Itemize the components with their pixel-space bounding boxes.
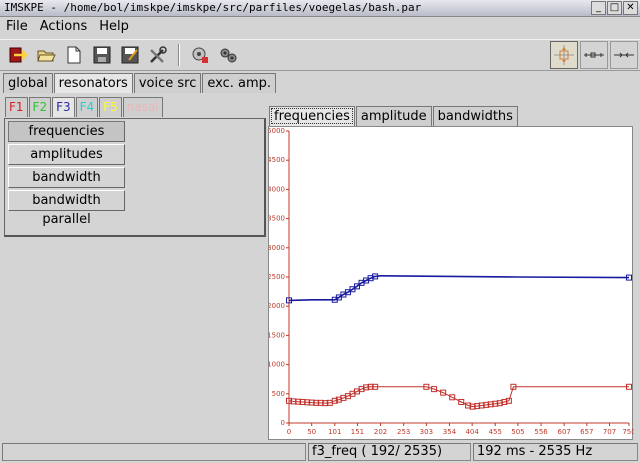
menu-bar: File Actions Help [0, 17, 640, 39]
title-bar: IMSKPE - /home/bol/imskpe/imskpe/src/par… [0, 0, 640, 17]
crosshair-select-icon[interactable] [550, 41, 578, 69]
x-tick-label: 707 [603, 428, 616, 436]
x-tick-label: 657 [580, 428, 593, 436]
tab-exc-amp[interactable]: exc. amp. [202, 73, 277, 93]
frequency-chart[interactable]: 0500100015002000250030003500400045005000… [267, 127, 636, 441]
parameter-panel: frequencies amplitudes bandwidth bandwid… [4, 118, 266, 237]
x-tick-label: 455 [489, 428, 502, 436]
bandwidth-button[interactable]: bandwidth [8, 167, 125, 188]
menu-help[interactable]: Help [93, 17, 135, 39]
amplitudes-button[interactable]: amplitudes [8, 144, 125, 165]
main-tabs: global resonators voice src exc. amp. [3, 73, 277, 93]
x-tick-label: 101 [328, 428, 341, 436]
tab-voice-src[interactable]: voice src [133, 73, 202, 93]
x-tick-label: 253 [397, 428, 410, 436]
x-tick-label: 607 [557, 428, 570, 436]
y-tick-label: 3000 [269, 244, 285, 252]
y-tick-label: 2500 [269, 273, 285, 281]
play-icon[interactable] [216, 43, 240, 67]
tab-bandwidths[interactable]: bandwidths [432, 106, 518, 126]
y-tick-label: 5000 [269, 127, 285, 135]
window-title: IMSKPE - /home/bol/imskpe/imskpe/src/par… [4, 1, 422, 14]
tab-f2[interactable]: F2 [28, 97, 52, 117]
bandwidth-parallel-button[interactable]: bandwidth parallel [8, 190, 125, 227]
tab-frequencies[interactable]: frequencies [269, 106, 355, 126]
y-tick-label: 4500 [269, 156, 285, 164]
open-folder-icon[interactable] [34, 43, 58, 67]
menu-file[interactable]: File [0, 17, 34, 39]
new-file-icon[interactable] [62, 43, 86, 67]
status-info: 192 ms - 2535 Hz [473, 443, 638, 461]
status-bar: f3_freq ( 192/ 2535) 192 ms - 2535 Hz [0, 442, 640, 463]
tab-amplitude[interactable]: amplitude [355, 106, 432, 126]
generate-sound-icon[interactable] [188, 43, 212, 67]
x-tick-label: 303 [420, 428, 433, 436]
x-tick-label: 202 [374, 428, 387, 436]
save-as-icon[interactable] [118, 43, 142, 67]
y-tick-label: 2000 [269, 302, 285, 310]
minimize-button[interactable]: _ [591, 1, 606, 15]
tab-f1[interactable]: F1 [5, 97, 28, 117]
y-tick-label: 1500 [269, 331, 285, 339]
y-tick-label: 3500 [269, 215, 285, 223]
maximize-button[interactable]: □ [607, 1, 622, 15]
x-tick-label: 151 [351, 428, 364, 436]
x-tick-label: 354 [443, 428, 457, 436]
series-line-0 [288, 274, 630, 302]
y-tick-label: 500 [272, 390, 285, 398]
x-tick-label: 556 [534, 428, 548, 436]
tab-nasal[interactable]: nasal [122, 97, 163, 117]
y-tick-label: 1000 [269, 361, 285, 369]
toolbar [0, 39, 640, 71]
y-tick-label: 4000 [269, 185, 285, 193]
tab-f5[interactable]: F5 [99, 97, 122, 117]
x-tick-label: 0 [287, 428, 291, 436]
tab-global[interactable]: global [3, 73, 53, 93]
formant-tabs: F1 F2 F3 F4 F5 nasal [5, 97, 164, 117]
tab-resonators[interactable]: resonators [53, 73, 133, 93]
toolbar-separator [178, 44, 180, 66]
exit-icon[interactable] [6, 43, 30, 67]
close-button[interactable]: ✕ [623, 1, 638, 15]
tab-f4[interactable]: F4 [75, 97, 99, 117]
y-tick-label: 0 [281, 419, 285, 427]
save-icon[interactable] [90, 43, 114, 67]
menu-actions[interactable]: Actions [34, 17, 94, 39]
x-tick-label: 505 [511, 428, 524, 436]
line-draw-icon[interactable] [610, 41, 638, 69]
x-tick-label: 750 [622, 428, 634, 436]
tools-icon[interactable] [146, 43, 170, 67]
x-tick-label: 50 [307, 428, 316, 436]
tab-f3[interactable]: F3 [52, 97, 75, 117]
plot-tabs: frequencies amplitude bandwidths [269, 106, 519, 126]
frequencies-button[interactable]: frequencies [8, 121, 125, 142]
status-left [2, 443, 306, 461]
frequency-plot[interactable]: 0 500 1000 1500 2000 2500 3000 3500 4000 4500 5000… [267, 126, 636, 441]
line-edit-icon[interactable] [580, 41, 608, 69]
status-param: f3_freq ( 192/ 2535) [308, 443, 471, 461]
x-tick-label: 404 [465, 428, 479, 436]
